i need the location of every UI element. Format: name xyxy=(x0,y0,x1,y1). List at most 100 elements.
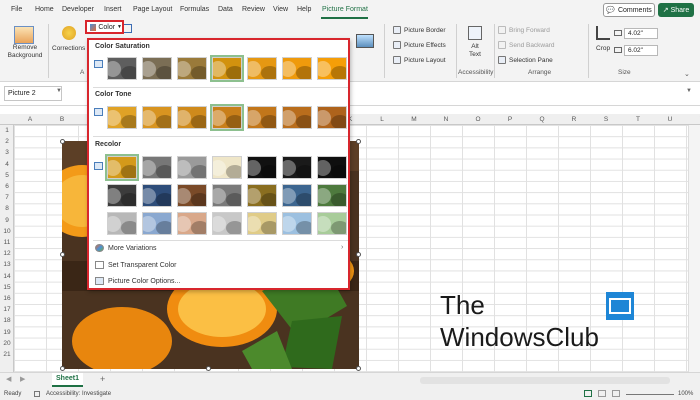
recolor-thumb[interactable] xyxy=(317,212,347,235)
share-button[interactable]: ↗ Share xyxy=(658,3,694,17)
tab-developer[interactable]: Developer xyxy=(62,6,94,13)
tab-review[interactable]: Review xyxy=(242,6,265,13)
recolor-thumb[interactable] xyxy=(142,156,172,179)
row-header[interactable]: 8 xyxy=(0,205,14,212)
resize-handle[interactable] xyxy=(60,366,65,371)
recolor-thumb[interactable] xyxy=(247,212,277,235)
recolor-thumb[interactable] xyxy=(247,156,277,179)
column-header[interactable]: S xyxy=(601,116,611,123)
row-header[interactable]: 17 xyxy=(0,306,14,313)
row-header[interactable]: 21 xyxy=(0,351,14,358)
row-header[interactable]: 15 xyxy=(0,284,14,291)
accessibility-status[interactable]: Accessibility: Investigate xyxy=(46,391,111,397)
row-header[interactable]: 1 xyxy=(0,127,14,134)
set-transparent-color-item[interactable]: Set Transparent Color xyxy=(95,261,176,269)
row-header[interactable]: 19 xyxy=(0,329,14,336)
corrections-button[interactable]: Corrections xyxy=(52,45,85,52)
recolor-thumb[interactable] xyxy=(105,154,139,181)
row-header[interactable]: 3 xyxy=(0,149,14,156)
tone-thumb[interactable] xyxy=(282,106,312,129)
comments-button[interactable]: 💬 Comments xyxy=(603,3,655,17)
tone-thumb[interactable] xyxy=(177,106,207,129)
tone-thumb[interactable] xyxy=(210,104,244,131)
picture-border-button[interactable]: Picture Border xyxy=(393,26,446,34)
tab-help[interactable]: Help xyxy=(297,6,311,13)
row-header[interactable]: 4 xyxy=(0,161,14,168)
row-header[interactable]: 13 xyxy=(0,261,14,268)
collapse-ribbon-icon[interactable]: ⌄ xyxy=(684,70,690,78)
bring-forward-button[interactable]: Bring Forward xyxy=(498,26,550,34)
vertical-scrollbar[interactable] xyxy=(688,125,700,372)
row-header[interactable]: 5 xyxy=(0,172,14,179)
alt-text-button[interactable]: Alt Text xyxy=(466,43,484,59)
saturation-thumb[interactable] xyxy=(107,57,137,80)
expand-formula-bar-icon[interactable]: ▼ xyxy=(686,88,692,94)
recolor-thumb[interactable] xyxy=(282,212,312,235)
tone-thumb[interactable] xyxy=(142,106,172,129)
resize-handle[interactable] xyxy=(60,252,65,257)
tab-picture-format[interactable]: Picture Format xyxy=(322,6,368,13)
selection-pane-button[interactable]: Selection Pane xyxy=(498,56,553,64)
column-header[interactable]: R xyxy=(569,116,579,123)
row-header[interactable]: 16 xyxy=(0,295,14,302)
recolor-thumb[interactable] xyxy=(177,212,207,235)
scroll-left-icon[interactable]: ◀ xyxy=(6,375,11,383)
tone-thumb[interactable] xyxy=(317,106,347,129)
saturation-thumb[interactable] xyxy=(210,55,244,82)
row-header[interactable]: 10 xyxy=(0,228,14,235)
send-backward-button[interactable]: Send Backward xyxy=(498,41,555,49)
tab-view[interactable]: View xyxy=(273,6,288,13)
color-button[interactable]: Color ▼ xyxy=(85,20,124,34)
name-box[interactable]: Picture 2 xyxy=(4,86,62,101)
chevron-down-icon[interactable]: ▼ xyxy=(56,88,62,94)
remove-background-button[interactable]: Remove Background xyxy=(6,44,44,60)
column-header[interactable]: B xyxy=(57,116,67,123)
scroll-right-icon[interactable]: ▶ xyxy=(20,375,25,383)
saturation-thumb[interactable] xyxy=(282,57,312,80)
add-sheet-button[interactable]: + xyxy=(100,374,105,384)
remove-background-icon[interactable] xyxy=(14,26,34,44)
more-variations-item[interactable]: More Variations xyxy=(95,244,157,252)
saturation-thumb[interactable] xyxy=(317,57,347,80)
row-header[interactable]: 14 xyxy=(0,273,14,280)
quick-styles-icon[interactable] xyxy=(356,34,374,48)
column-header[interactable]: N xyxy=(441,116,451,123)
height-input[interactable]: 4.02" xyxy=(624,28,658,39)
saturation-thumb[interactable] xyxy=(247,57,277,80)
recolor-thumb[interactable] xyxy=(282,184,312,207)
column-header[interactable]: A xyxy=(25,116,35,123)
normal-view-icon[interactable] xyxy=(584,390,592,397)
zoom-slider[interactable] xyxy=(626,394,674,395)
crop-button[interactable]: Crop xyxy=(596,45,610,52)
tab-file[interactable]: File xyxy=(11,6,22,13)
recolor-thumb[interactable] xyxy=(317,184,347,207)
column-header[interactable]: L xyxy=(377,116,387,123)
recolor-thumb[interactable] xyxy=(142,184,172,207)
recolor-thumb[interactable] xyxy=(107,212,137,235)
row-header[interactable]: 11 xyxy=(0,239,14,246)
row-header[interactable]: 12 xyxy=(0,250,14,257)
row-header[interactable]: 6 xyxy=(0,183,14,190)
recolor-thumb[interactable] xyxy=(177,156,207,179)
tone-thumb[interactable] xyxy=(247,106,277,129)
sheet-tab[interactable]: Sheet1 xyxy=(52,373,83,387)
saturation-thumb[interactable] xyxy=(142,57,172,80)
row-header[interactable]: 7 xyxy=(0,194,14,201)
column-header[interactable]: P xyxy=(505,116,515,123)
row-header[interactable]: 9 xyxy=(0,217,14,224)
column-header[interactable]: M xyxy=(409,116,419,123)
recolor-thumb[interactable] xyxy=(212,184,242,207)
recolor-thumb[interactable] xyxy=(142,212,172,235)
column-header[interactable]: T xyxy=(633,116,643,123)
horizontal-scrollbar[interactable] xyxy=(420,377,670,384)
zoom-level[interactable]: 100% xyxy=(678,391,693,397)
saturation-thumb[interactable] xyxy=(177,57,207,80)
page-break-view-icon[interactable] xyxy=(612,390,620,397)
picture-color-options-item[interactable]: Picture Color Options... xyxy=(95,277,180,285)
column-header[interactable]: U xyxy=(665,116,675,123)
tab-page-layout[interactable]: Page Layout xyxy=(133,6,172,13)
row-header[interactable]: 2 xyxy=(0,138,14,145)
tab-data[interactable]: Data xyxy=(218,6,233,13)
row-header[interactable]: 18 xyxy=(0,317,14,324)
macro-icon[interactable] xyxy=(34,391,40,397)
